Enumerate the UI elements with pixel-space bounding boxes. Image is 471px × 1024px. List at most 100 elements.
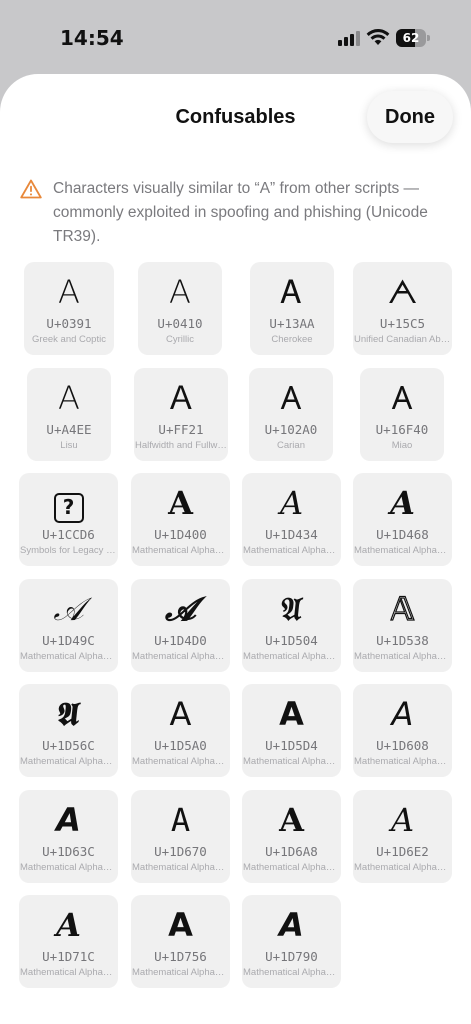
character-tile[interactable]: ᗅ U+15C5 Unified Canadian Aboriginal Sylla… [353, 262, 452, 355]
codepoint-label: U+1D5A0 [154, 738, 207, 753]
script-label: Mathematical Alphanumeric Symbols [243, 545, 341, 556]
script-label: Mathematical Alphanumeric Symbols [243, 756, 341, 767]
character-glyph: Ａ [164, 379, 197, 417]
script-label: Mathematical Alphanumeric Symbols [354, 651, 452, 662]
character-tile[interactable]: 𝐀 U+1D400 Mathematical Alphanumeric Symbol… [131, 473, 230, 566]
codepoint-label: U+102A0 [264, 422, 318, 437]
character-glyph: 𖽀 [391, 379, 413, 417]
script-label: Mathematical Alphanumeric Symbols [354, 756, 452, 767]
codepoint-label: U+1D504 [265, 633, 318, 648]
script-label: Cherokee [271, 334, 313, 345]
character-tile[interactable]: 𖽀 U+16F40 Miao [360, 368, 444, 461]
confusables-sheet: Confusables Done Characters visually sim… [0, 74, 471, 1024]
codepoint-label: U+13AA [269, 316, 315, 331]
character-tile[interactable]: 𝕬 U+1D56C Mathematical Alphanumeric Symbol… [19, 684, 118, 777]
character-glyph: 𝜜 [56, 906, 81, 944]
character-glyph: 𝕬 [55, 695, 82, 733]
script-label: Mathematical Alphanumeric Symbols [20, 651, 118, 662]
character-glyph: ᗅ [387, 273, 418, 311]
character-tile[interactable]: 𝗔 U+1D5D4 Mathematical Alphanumeric Symbol… [242, 684, 341, 777]
codepoint-label: U+1D56C [42, 738, 95, 753]
codepoint-label: U+1D790 [265, 949, 318, 964]
codepoint-label: U+1D756 [154, 949, 207, 964]
battery-icon: 62 [396, 29, 430, 47]
script-label: Mathematical Alphanumeric Symbols [243, 967, 341, 978]
character-tile[interactable]: 𝜜 U+1D71C Mathematical Alphanumeric Symbol… [19, 895, 118, 988]
codepoint-label: U+1D6A8 [265, 844, 318, 859]
codepoint-label: U+A4EE [46, 422, 92, 437]
script-label: Greek and Coptic [32, 334, 106, 345]
character-tile[interactable]: А U+0410 Cyrillic [138, 262, 222, 355]
character-tile[interactable]: ꓮ U+A4EE Lisu [27, 368, 111, 461]
codepoint-label: U+1D608 [376, 738, 429, 753]
codepoint-label: U+1D670 [154, 844, 207, 859]
status-bar: 14:54 62 [0, 0, 471, 74]
character-tile[interactable]: 𝓐 U+1D4D0 Mathematical Alphanumeric Symbol… [131, 579, 230, 672]
script-label: Lisu [60, 440, 78, 451]
character-glyph: 𐊠 [280, 379, 302, 417]
codepoint-label: U+1D71C [42, 949, 95, 964]
script-label: Mathematical Alphanumeric Symbols [20, 862, 118, 873]
character-tile[interactable]: 𝙰 U+1D670 Mathematical Alphanumeric Symbol… [131, 790, 230, 883]
character-tile[interactable]: Ꭺ U+13AA Cherokee [250, 262, 334, 355]
script-label: Mathematical Alphanumeric Symbols [132, 862, 230, 873]
character-glyph: 𝔸 [390, 589, 415, 628]
codepoint-label: U+1D49C [42, 633, 95, 648]
character-glyph: 𝖠 [169, 695, 192, 733]
character-tile[interactable]: 𝔄 U+1D504 Mathematical Alphanumeric Symbol… [242, 579, 341, 672]
script-label: Mathematical Alphanumeric Symbols [132, 756, 230, 767]
character-glyph: ? [19, 483, 118, 523]
script-label: Mathematical Alphanumeric Symbols [20, 756, 118, 767]
codepoint-label: U+1D400 [154, 527, 207, 542]
script-label: Miao [391, 440, 413, 451]
character-glyph: Α [58, 273, 80, 311]
character-tile[interactable]: ? U+1CCD6 Symbols for Legacy Computing Sup… [19, 473, 118, 566]
character-tile[interactable]: 𝞐 U+1D790 Mathematical Alphanumeric Symbol… [242, 895, 341, 988]
character-glyph: 𝓐 [165, 590, 196, 628]
character-glyph: 𝞐 [279, 906, 304, 944]
codepoint-label: U+1D468 [376, 527, 429, 542]
character-tile[interactable]: Α U+0391 Greek and Coptic [24, 262, 114, 355]
character-tile[interactable]: 𝒜 U+1D49C Mathematical Alphanumeric Symbol… [19, 579, 118, 672]
codepoint-label: U+16F40 [375, 422, 429, 437]
wifi-icon [366, 29, 390, 45]
character-tile[interactable]: 𝘈 U+1D608 Mathematical Alphanumeric Symbol… [353, 684, 452, 777]
script-label: Mathematical Alphanumeric Symbols [243, 651, 341, 662]
character-tile[interactable]: 𝝖 U+1D756 Mathematical Alphanumeric Symbol… [131, 895, 230, 988]
character-glyph: 𝝖 [168, 906, 193, 944]
codepoint-label: U+1D5D4 [265, 738, 318, 753]
character-glyph: 𝔄 [278, 590, 305, 628]
script-label: Mathematical Alphanumeric Symbols [132, 651, 230, 662]
codepoint-label: U+0391 [46, 316, 92, 331]
character-tile[interactable]: 𝔸 U+1D538 Mathematical Alphanumeric Symbol… [353, 579, 452, 672]
character-tile[interactable]: 𝚨 U+1D6A8 Mathematical Alphanumeric Symbol… [242, 790, 341, 883]
codepoint-label: U+1D63C [42, 844, 95, 859]
character-tile[interactable]: 𐊠 U+102A0 Carian [249, 368, 333, 461]
character-tile[interactable]: 𝘼 U+1D63C Mathematical Alphanumeric Symbol… [19, 790, 118, 883]
script-label: Mathematical Alphanumeric Symbols [354, 862, 452, 873]
codepoint-label: U+1CCD6 [42, 527, 95, 542]
character-glyph: 𝘼 [56, 801, 81, 839]
character-glyph: ꓮ [58, 379, 80, 417]
character-tile[interactable]: Ａ U+FF21 Halfwidth and Fullwidth Forms [134, 368, 228, 461]
character-glyph: 𝒜 [53, 590, 84, 628]
character-tile[interactable]: 𝖠 U+1D5A0 Mathematical Alphanumeric Symbol… [131, 684, 230, 777]
character-glyph: 𝙰 [170, 801, 191, 839]
script-label: Symbols for Legacy Computing Supplement [20, 545, 118, 556]
character-glyph: 𝑨 [390, 484, 415, 522]
script-label: Carian [277, 440, 305, 451]
codepoint-label: U+1D6E2 [376, 844, 429, 859]
character-tile[interactable]: 𝛢 U+1D6E2 Mathematical Alphanumeric Symbol… [353, 790, 452, 883]
character-glyph: 𝘈 [391, 695, 414, 733]
script-label: Mathematical Alphanumeric Symbols [20, 967, 118, 978]
character-glyph: 𝗔 [279, 695, 304, 733]
character-glyph: 𝐀 [168, 484, 193, 522]
character-tile[interactable]: 𝑨 U+1D468 Mathematical Alphanumeric Symbol… [353, 473, 452, 566]
character-tile[interactable]: 𝐴 U+1D434 Mathematical Alphanumeric Symbol… [242, 473, 341, 566]
script-label: Halfwidth and Fullwidth Forms [135, 440, 228, 451]
character-glyph: 𝛢 [390, 801, 415, 839]
codepoint-label: U+1D434 [265, 527, 318, 542]
character-glyph: Ꭺ [281, 273, 303, 311]
character-glyph: 𝚨 [279, 801, 304, 839]
battery-level: 62 [402, 31, 420, 45]
